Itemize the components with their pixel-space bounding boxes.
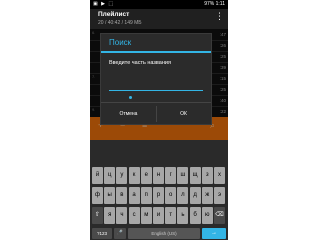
dialog-prompt: Введите часть названия [109, 60, 171, 66]
key[interactable]: л [177, 187, 189, 204]
search-dialog: Поиск Введите часть названия Отмена ОК [100, 33, 212, 125]
key[interactable]: ы [104, 187, 116, 204]
key[interactable]: х [214, 167, 225, 184]
key[interactable]: щ [189, 167, 201, 184]
key[interactable]: ш [177, 167, 189, 184]
dialog-title: Поиск [109, 38, 132, 47]
key[interactable]: ц [104, 167, 116, 184]
key[interactable]: б [189, 207, 201, 224]
cancel-button[interactable]: Отмена [101, 103, 156, 125]
key[interactable]: ч [116, 207, 128, 224]
key[interactable]: г [165, 167, 177, 184]
space-key[interactable]: English (US) [128, 228, 200, 239]
enter-key[interactable]: → [202, 228, 226, 239]
key[interactable]: о [165, 187, 177, 204]
phone-screen: ▣ ▶ ⬚ 97% 1:11 Плейлист 20 / 40:42 / 149… [90, 0, 228, 240]
numbers-key[interactable]: ?123 [92, 228, 112, 239]
key[interactable]: й [92, 167, 103, 184]
status-bar: ▣ ▶ ⬚ 97% 1:11 [90, 0, 228, 9]
battery-level: 97% [204, 1, 215, 7]
onscreen-keyboard: йцукенгшщзх фывапролджэ ⇧ я ч с м и т ь б ю ⌫ ?123… [90, 140, 228, 240]
dialog-title-divider [101, 51, 211, 53]
key[interactable]: я [104, 207, 116, 224]
key[interactable]: а [128, 187, 140, 204]
dialog-button-bar: Отмена ОК [101, 102, 211, 125]
key[interactable]: ю [201, 207, 213, 224]
notification-icons: ▣ ▶ ⬚ [93, 1, 115, 7]
key[interactable]: з [201, 167, 213, 184]
playlist-stats: 20 / 40:42 / 149 МБ [98, 20, 142, 26]
status-right: 97% 1:11 [204, 1, 225, 7]
key[interactable]: р [153, 187, 164, 204]
key[interactable]: с [128, 207, 140, 224]
microphone-icon[interactable]: 🎤 [114, 228, 126, 239]
key[interactable]: н [153, 167, 164, 184]
key[interactable]: ж [201, 187, 213, 204]
key[interactable]: ь [177, 207, 189, 224]
key[interactable]: в [116, 187, 128, 204]
app-bar: Плейлист 20 / 40:42 / 149 МБ ⋮ [90, 9, 228, 29]
shift-key[interactable]: ⇧ [92, 207, 103, 224]
key[interactable]: ф [92, 187, 103, 204]
key[interactable]: д [189, 187, 201, 204]
clock: 1:11 [215, 1, 225, 7]
text-cursor-handle[interactable] [129, 96, 132, 99]
page-title: Плейлист [98, 11, 130, 18]
key[interactable]: п [140, 187, 152, 204]
key[interactable]: т [165, 207, 177, 224]
backspace-key[interactable]: ⌫ [214, 207, 225, 224]
key[interactable]: у [116, 167, 128, 184]
key[interactable]: и [153, 207, 164, 224]
search-input[interactable] [109, 76, 203, 91]
key[interactable]: к [128, 167, 140, 184]
key[interactable]: м [140, 207, 152, 224]
key[interactable]: э [214, 187, 225, 204]
ok-button[interactable]: ОК [156, 103, 211, 125]
key[interactable]: е [140, 167, 152, 184]
overflow-menu-icon[interactable]: ⋮ [215, 12, 224, 21]
